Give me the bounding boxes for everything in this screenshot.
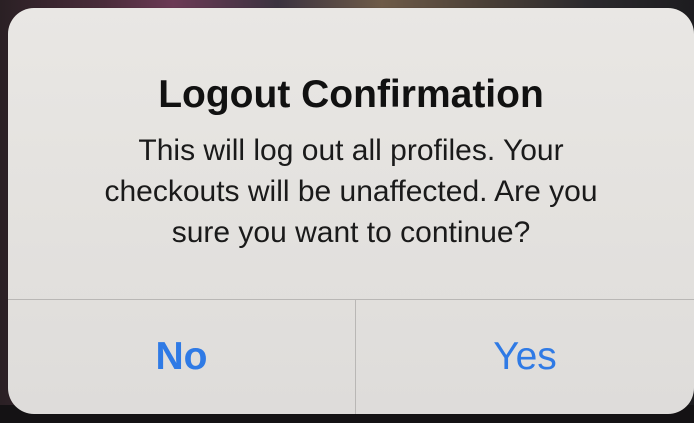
dialog-message: This will log out all profiles. Your che… <box>104 134 598 249</box>
logout-confirmation-dialog: Logout Confirmation This will log out al… <box>8 8 694 414</box>
yes-button[interactable]: Yes <box>356 300 694 414</box>
no-button[interactable]: No <box>8 300 355 414</box>
dialog-title: Logout Confirmation <box>158 73 544 116</box>
